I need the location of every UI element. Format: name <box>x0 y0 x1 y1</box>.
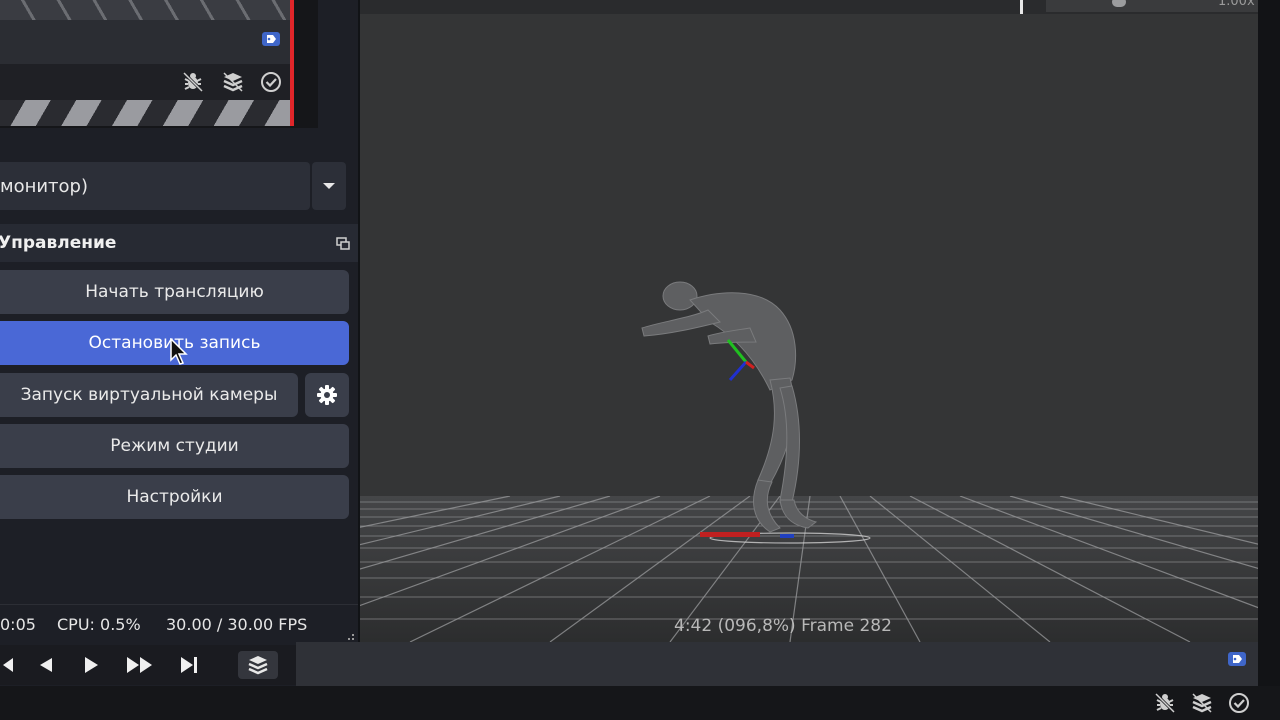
bottom-status-strip <box>0 686 1280 720</box>
timeline-bar[interactable]: 1.00x <box>360 0 1258 14</box>
preview-status-bar <box>0 64 290 100</box>
record-time: 0:05 <box>0 615 36 634</box>
viewport-bottom-bar <box>296 642 1258 686</box>
tag-icon[interactable] <box>1228 652 1246 666</box>
skip-end-icon[interactable] <box>174 651 204 679</box>
3d-character-model <box>641 281 818 533</box>
zoom-label: 1.00x <box>1218 0 1255 9</box>
skip-start-icon[interactable] <box>0 651 14 679</box>
window-edge <box>1258 0 1280 686</box>
playback-controls <box>0 645 296 685</box>
source-preview[interactable] <box>0 0 290 126</box>
tag-icon[interactable] <box>262 32 280 46</box>
layers-button[interactable] <box>238 651 278 679</box>
chevron-down-icon <box>323 183 335 189</box>
fast-forward-icon[interactable] <box>122 651 158 679</box>
dropdown-button[interactable] <box>312 162 346 210</box>
check-circle-icon[interactable] <box>258 69 284 95</box>
source-selector-row: монитор) <box>0 162 346 210</box>
cpu-usage: CPU: 0.5% <box>57 615 141 634</box>
bug-icon[interactable] <box>1152 690 1178 716</box>
mouse-cursor-icon <box>170 338 188 365</box>
settings-button[interactable]: Настройки <box>0 475 349 519</box>
zoom-slider[interactable]: 1.00x <box>1046 0 1258 12</box>
layers-icon[interactable] <box>1189 690 1215 716</box>
check-circle-icon[interactable] <box>1226 690 1252 716</box>
gear-icon <box>317 385 337 405</box>
layers-icon <box>248 656 268 675</box>
preview-grid-graphic <box>0 0 290 20</box>
step-back-icon[interactable] <box>30 651 60 679</box>
controls-title: Управление <box>0 233 117 253</box>
monitor-select[interactable]: монитор) <box>0 162 310 210</box>
layers-icon[interactable] <box>220 69 246 95</box>
resize-grip-icon[interactable] <box>343 630 355 644</box>
preview-hazard-stripes <box>0 100 290 126</box>
zoom-slider-handle[interactable] <box>1112 0 1126 7</box>
start-stream-button[interactable]: Начать трансляцию <box>0 270 349 314</box>
obs-control-panel: монитор) Управление Начать трансляцию Ос… <box>0 0 358 686</box>
3d-viewport[interactable]: 1.00x 4:42 (096,8%) Frame 282 <box>360 0 1258 642</box>
source-preview-area <box>0 0 318 128</box>
monitor-select-value: монитор) <box>0 175 89 197</box>
fps-readout: 30.00 / 30.00 FPS <box>166 615 308 634</box>
timeline-playhead[interactable] <box>1020 0 1023 14</box>
frame-info: 4:42 (096,8%) Frame 282 <box>674 616 892 636</box>
status-bar: 0:05 CPU: 0.5% 30.00 / 30.00 FPS <box>0 604 358 645</box>
preview-red-border <box>290 0 294 126</box>
studio-mode-button[interactable]: Режим студии <box>0 424 349 468</box>
undock-icon[interactable] <box>336 236 350 250</box>
start-virtual-camera-button[interactable]: Запуск виртуальной камеры <box>0 373 298 417</box>
virtual-camera-settings-button[interactable] <box>305 373 349 417</box>
play-icon[interactable] <box>76 651 106 679</box>
controls-dock-header: Управление <box>0 224 358 262</box>
bug-icon[interactable] <box>180 69 206 95</box>
